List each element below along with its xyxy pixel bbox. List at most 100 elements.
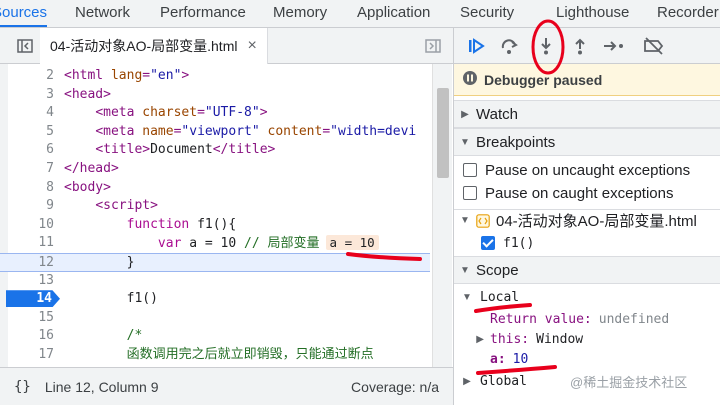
tab-performance[interactable]: Performance bbox=[160, 0, 246, 27]
line-number[interactable]: 6 bbox=[8, 141, 54, 160]
code-line[interactable]: 13 bbox=[0, 272, 430, 291]
code-text: var a = 10 // 局部变量 a = 10 bbox=[64, 234, 379, 254]
breakpoint-file-row[interactable]: ▼ 04-活动对象AO-局部变量.html bbox=[454, 209, 720, 231]
line-number[interactable]: 4 bbox=[8, 104, 54, 123]
toggle-navigator-icon[interactable] bbox=[16, 37, 34, 55]
step-icon[interactable] bbox=[602, 34, 626, 58]
line-number[interactable]: 7 bbox=[8, 160, 54, 179]
line-number[interactable]: 10 bbox=[8, 216, 54, 235]
code-line[interactable]: 15 bbox=[0, 309, 430, 328]
code-line[interactable]: 10 function f1(){ bbox=[0, 216, 430, 235]
code-token: 函数调用完之后就立即销毁，只能通过断点 bbox=[126, 347, 374, 362]
debugger-paused-banner: Debugger paused bbox=[454, 64, 720, 96]
line-number[interactable]: 9 bbox=[8, 197, 54, 216]
code-token: = bbox=[322, 123, 331, 139]
code-token: function bbox=[126, 216, 198, 232]
code-token: <meta bbox=[95, 123, 143, 139]
breakpoint-marker[interactable]: 14 bbox=[6, 290, 60, 308]
code-line[interactable]: 14 f1() bbox=[0, 290, 430, 309]
watch-label: Watch bbox=[476, 105, 518, 123]
code-token: <script> bbox=[95, 198, 158, 214]
step-over-icon[interactable] bbox=[497, 34, 521, 58]
pause-caught-row[interactable]: Pause on caught exceptions bbox=[454, 182, 720, 204]
scope-global-label: Global bbox=[480, 373, 527, 389]
debugger-toolbar bbox=[454, 28, 720, 64]
code-line[interactable]: 2 <html lang="en"> bbox=[0, 67, 430, 86]
line-number[interactable]: 12 bbox=[8, 254, 54, 273]
code-token: var bbox=[157, 236, 190, 252]
expanded-triangle-icon: ▼ bbox=[460, 264, 470, 276]
tab-recorder[interactable]: Recorder bbox=[657, 0, 719, 27]
tab-application[interactable]: Application bbox=[357, 0, 430, 27]
scope-return-row: Return value: undefined bbox=[454, 308, 720, 330]
code-token: "UTF-8" bbox=[204, 105, 260, 121]
pause-caught-label: Pause on caught exceptions bbox=[485, 184, 674, 202]
tab-lighthouse[interactable]: Lighthouse bbox=[556, 0, 629, 27]
scope-section-header[interactable]: ▼ Scope bbox=[454, 256, 720, 284]
breakpoint-checkbox[interactable] bbox=[481, 236, 495, 250]
code-token: "en" bbox=[150, 68, 182, 83]
code-line[interactable]: 8 <body> bbox=[0, 179, 430, 198]
line-number[interactable]: 13 bbox=[8, 272, 54, 291]
scope-this-row[interactable]: ▶ this: Window bbox=[454, 328, 720, 350]
line-number[interactable]: 3 bbox=[8, 86, 54, 105]
vertical-scrollbar[interactable] bbox=[432, 64, 452, 369]
collapsed-triangle-icon: ▶ bbox=[476, 333, 484, 345]
code-line[interactable]: 16 /* bbox=[0, 327, 430, 346]
line-number[interactable]: 17 bbox=[8, 346, 54, 365]
line-number[interactable]: 8 bbox=[8, 179, 54, 198]
pretty-print-icon[interactable]: {} bbox=[14, 379, 31, 395]
tab-memory[interactable]: Memory bbox=[273, 0, 327, 27]
file-tab-bar: 04-活动对象AO-局部变量.html × bbox=[0, 28, 453, 64]
code-token: f1() bbox=[126, 291, 158, 307]
code-text: <meta name="viewport" content="width=dev… bbox=[64, 123, 416, 142]
pause-caught-checkbox[interactable] bbox=[463, 186, 477, 200]
pause-uncaught-row[interactable]: Pause on uncaught exceptions bbox=[454, 159, 720, 181]
line-number[interactable]: 16 bbox=[8, 327, 54, 346]
code-line[interactable]: 4 <meta charset="UTF-8"> bbox=[0, 104, 430, 123]
collapsed-triangle-icon: ▶ bbox=[461, 108, 469, 120]
code-token: f1(){ bbox=[197, 216, 237, 232]
code-line[interactable]: 12 } bbox=[0, 253, 430, 272]
toggle-debugger-icon[interactable] bbox=[424, 37, 442, 55]
collapsed-triangle-icon: ▶ bbox=[463, 375, 471, 387]
breakpoints-section-header[interactable]: ▼ Breakpoints bbox=[454, 128, 720, 156]
status-bar: {} Line 12, Column 9 Coverage: n/a bbox=[0, 367, 453, 405]
watch-section-header[interactable]: ▶ Watch bbox=[454, 100, 720, 128]
code-token: lang bbox=[110, 68, 143, 83]
code-line[interactable]: 17 函数调用完之后就立即销毁，只能通过断点 bbox=[0, 346, 430, 365]
line-number[interactable]: 11 bbox=[8, 234, 54, 253]
line-number[interactable]: 5 bbox=[8, 123, 54, 142]
code-token: <html bbox=[64, 68, 111, 83]
code-line[interactable]: 5 <meta name="viewport" content="width=d… bbox=[0, 123, 430, 142]
step-out-icon[interactable] bbox=[568, 34, 592, 58]
close-icon[interactable]: × bbox=[247, 37, 256, 55]
code-line[interactable]: 7 </head> bbox=[0, 160, 430, 179]
scope-local-label: Local bbox=[480, 289, 520, 305]
code-line[interactable]: 6 <title>Document</title> bbox=[0, 141, 430, 160]
step-into-icon[interactable] bbox=[534, 34, 558, 58]
line-number[interactable]: 2 bbox=[8, 67, 54, 86]
tab-network[interactable]: Network bbox=[75, 0, 130, 27]
resume-icon[interactable] bbox=[464, 34, 488, 58]
code-editor[interactable]: 2 <html lang="en"> 3 <head> 4 <meta charset=… bbox=[0, 64, 453, 369]
code-token: </title> bbox=[212, 142, 276, 158]
breakpoint-file-name: 04-活动对象AO-局部变量.html bbox=[496, 213, 697, 230]
code-line[interactable]: 11 var a = 10 // 局部变量 a = 10 bbox=[0, 234, 430, 253]
scope-local-row[interactable]: ▼ Local bbox=[454, 286, 720, 308]
tab-security[interactable]: Security bbox=[460, 0, 514, 27]
scroll-thumb[interactable] bbox=[437, 88, 449, 178]
breakpoint-item-row[interactable]: f1() bbox=[454, 232, 720, 254]
file-tab[interactable]: 04-活动对象AO-局部变量.html × bbox=[40, 28, 268, 64]
line-number[interactable]: 15 bbox=[8, 309, 54, 328]
deactivate-breakpoints-icon[interactable] bbox=[642, 34, 666, 58]
code-line[interactable]: 9 <script> bbox=[0, 197, 430, 216]
pause-uncaught-checkbox[interactable] bbox=[463, 163, 477, 177]
tab-sources[interactable]: Sources bbox=[0, 0, 48, 27]
code-line[interactable]: 3 <head> bbox=[0, 86, 430, 105]
